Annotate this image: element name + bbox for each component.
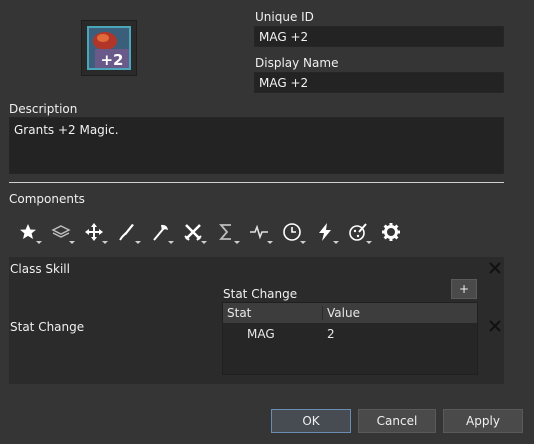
display-name-label: Display Name xyxy=(255,56,339,70)
unique-id-label: Unique ID xyxy=(255,10,314,24)
svg-text:+2: +2 xyxy=(100,51,123,69)
component-list: Class Skill Stat Change Stat Change + St… xyxy=(9,257,504,384)
add-advanced-component-button[interactable] xyxy=(377,218,405,246)
table-header: Stat Value xyxy=(223,303,477,323)
add-star-component-button[interactable] xyxy=(14,218,42,246)
add-formula-component-button[interactable] xyxy=(212,218,240,246)
pulse-icon xyxy=(250,224,268,240)
cancel-button[interactable]: Cancel xyxy=(358,409,436,433)
chevron-down-icon xyxy=(135,241,141,244)
chevron-down-icon xyxy=(234,241,240,244)
chevron-down-icon xyxy=(333,241,339,244)
remove-class-skill-close-icon[interactable] xyxy=(488,261,502,275)
axe-icon xyxy=(153,224,168,241)
separator xyxy=(9,182,504,183)
chevron-down-icon xyxy=(201,241,207,244)
chevron-down-icon xyxy=(366,241,372,244)
palette-icon xyxy=(349,223,367,241)
chevron-down-icon xyxy=(267,241,273,244)
stat-cell[interactable]: MAG xyxy=(223,327,323,341)
add-timing-component-button[interactable] xyxy=(278,218,306,246)
ok-button[interactable]: OK xyxy=(271,409,351,433)
components-title: Components xyxy=(9,192,85,206)
move-arrows-icon xyxy=(85,223,103,241)
column-header-stat[interactable]: Stat xyxy=(223,306,323,320)
mag-plus-two-icon: +2 xyxy=(87,26,131,70)
sigma-icon xyxy=(219,224,231,240)
add-event-component-button[interactable] xyxy=(311,218,339,246)
stat-change-inner-label: Stat Change xyxy=(223,287,298,301)
display-name-field[interactable]: MAG +2 xyxy=(254,72,504,93)
sword-icon xyxy=(119,224,134,241)
add-weapon-component-button[interactable] xyxy=(113,218,141,246)
class-skill-label: Class Skill xyxy=(10,262,70,276)
add-layers-component-button[interactable] xyxy=(47,218,75,246)
chevron-down-icon xyxy=(102,241,108,244)
apply-button[interactable]: Apply xyxy=(443,409,523,433)
add-stat-row-button[interactable]: + xyxy=(451,279,477,299)
chevron-down-icon xyxy=(168,241,174,244)
description-label: Description xyxy=(9,102,78,116)
unique-id-field[interactable]: MAG +2 xyxy=(254,26,504,47)
add-move-component-button[interactable] xyxy=(80,218,108,246)
clock-icon xyxy=(283,223,301,241)
add-combat-component-button[interactable] xyxy=(179,218,207,246)
chevron-down-icon xyxy=(69,241,75,244)
item-icon-frame[interactable]: +2 xyxy=(81,20,137,76)
add-axe-component-button[interactable] xyxy=(146,218,174,246)
components-toolbar xyxy=(14,218,414,246)
stat-change-label: Stat Change xyxy=(10,320,85,334)
crossed-swords-icon xyxy=(184,224,202,241)
column-header-value[interactable]: Value xyxy=(323,306,360,320)
add-status-component-button[interactable] xyxy=(245,218,273,246)
add-visual-component-button[interactable] xyxy=(344,218,372,246)
description-field[interactable]: Grants +2 Magic. xyxy=(9,117,504,174)
remove-stat-change-close-icon[interactable] xyxy=(488,319,502,333)
star-icon xyxy=(20,224,36,239)
layers-icon xyxy=(51,225,71,238)
value-cell[interactable]: 2 xyxy=(323,327,335,341)
chevron-down-icon xyxy=(300,241,306,244)
gear-icon xyxy=(382,223,400,241)
chevron-down-icon xyxy=(36,241,42,244)
stat-change-table: Stat Value MAG 2 xyxy=(222,302,478,375)
lightning-icon xyxy=(319,223,331,241)
table-row[interactable]: MAG 2 xyxy=(223,323,477,345)
